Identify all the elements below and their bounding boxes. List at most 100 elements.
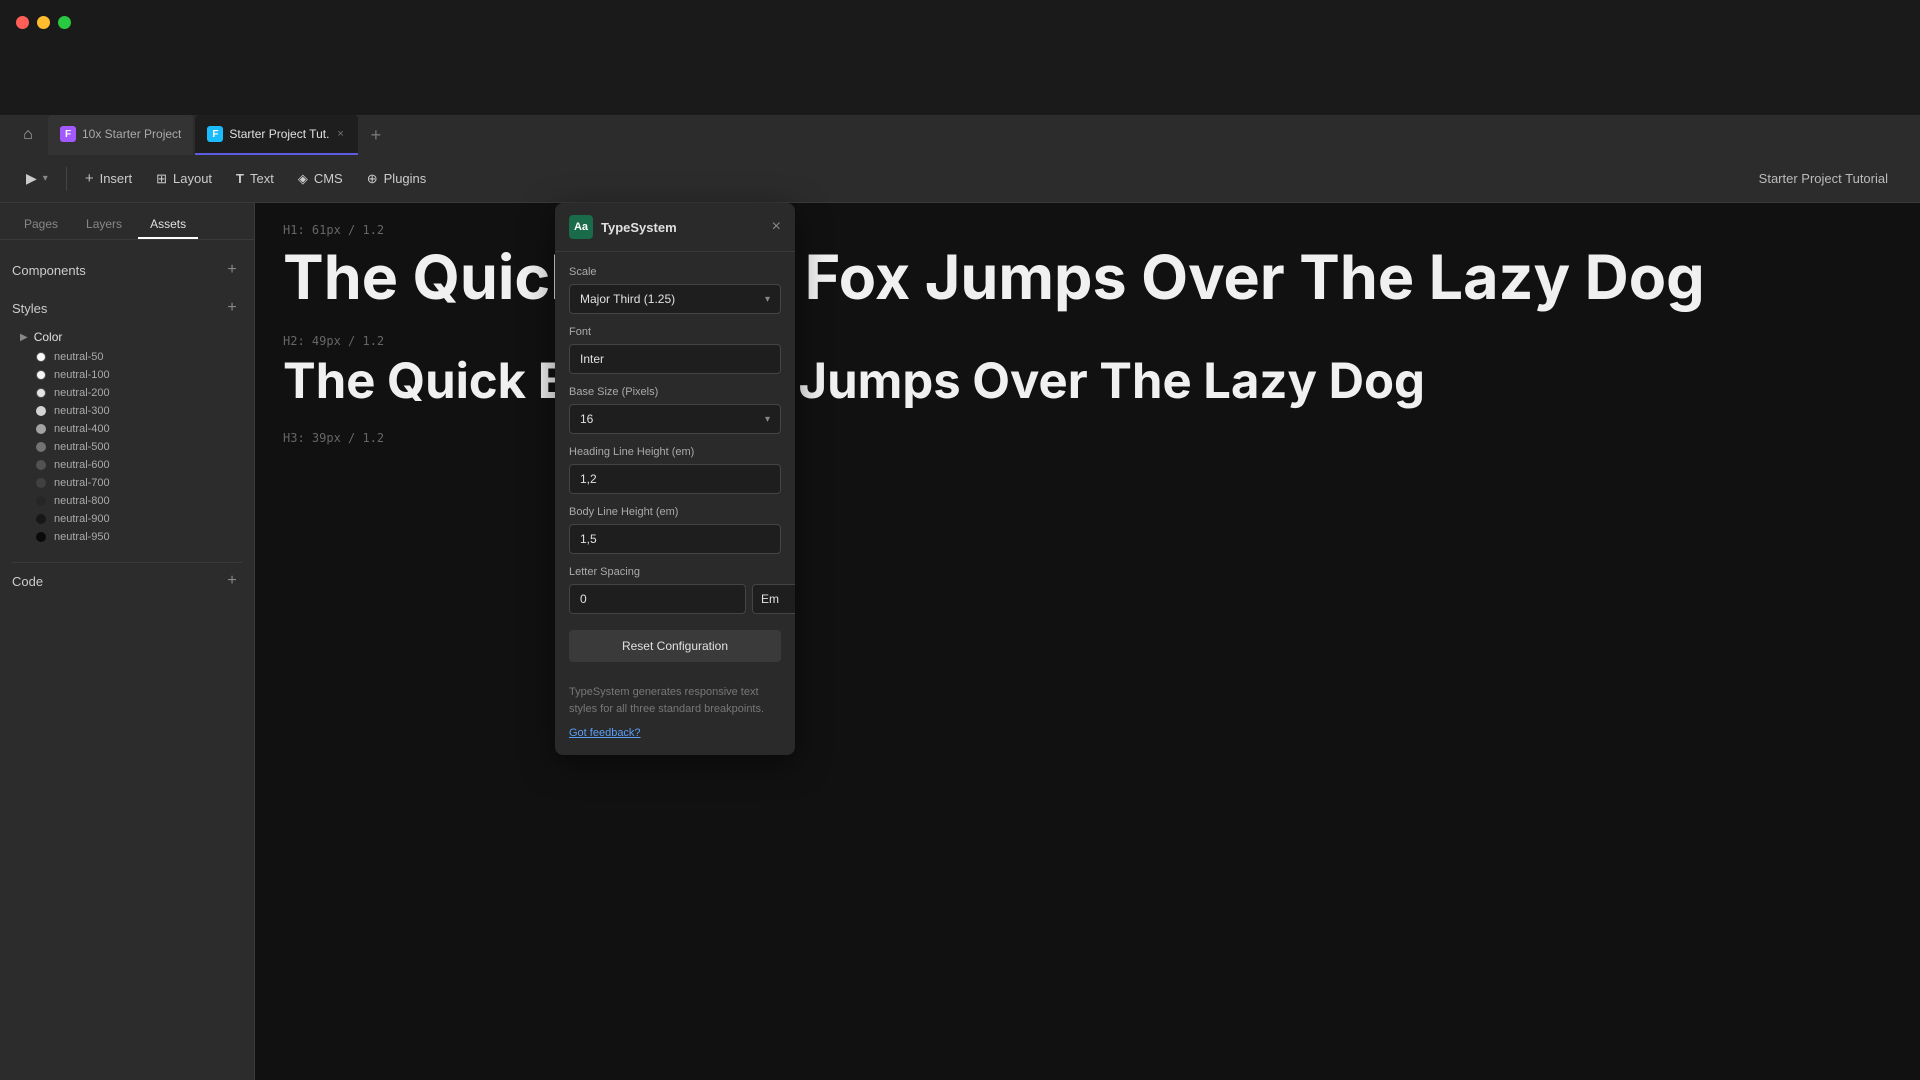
code-section: Code + [12,562,242,599]
base-size-arrow-icon: ▾ [765,414,770,425]
scale-group: Scale Major Third (1.25) ▾ [569,266,781,314]
color-name-neutral-900: neutral-900 [54,513,110,525]
tab-starter-project[interactable]: F Starter Project Tut. × [195,115,357,155]
tab-assets[interactable]: Assets [138,211,198,239]
color-name-neutral-400: neutral-400 [54,423,110,435]
project-title: Starter Project Tutorial [1759,171,1888,186]
color-dot-neutral-100 [36,370,46,380]
font-label: Font [569,326,781,338]
layout-button[interactable]: ⊞ Layout [146,165,222,193]
styles-title: Styles [12,301,47,316]
color-item-neutral-200: neutral-200 [36,384,242,402]
home-tab[interactable]: ⌂ [8,115,48,155]
color-item-neutral-800: neutral-800 [36,492,242,510]
insert-icon: + [85,170,94,187]
color-name-neutral-800: neutral-800 [54,495,110,507]
color-dot-neutral-900 [36,514,46,524]
color-name-neutral-950: neutral-950 [54,531,110,543]
preview-area: H1: 61px / 1.2 The Quick Brown Fox Jumps… [255,203,1920,1080]
color-dot-neutral-700 [36,478,46,488]
tab-10x-label: 10x Starter Project [82,127,181,141]
tab-close-icon[interactable]: × [335,126,345,142]
color-dot-neutral-50 [36,352,46,362]
plugin-dialog: Aa TypeSystem × Scale Major Third (1.25)… [555,203,795,755]
tab-pages[interactable]: Pages [12,211,70,239]
color-dot-neutral-500 [36,442,46,452]
dialog-title: TypeSystem [601,220,677,235]
cms-button[interactable]: ◈ CMS [288,165,353,193]
color-dot-neutral-600 [36,460,46,470]
selector-tool-button[interactable]: ▶ ▾ [16,164,58,193]
body-line-height-input[interactable] [569,524,781,554]
toolbar: ▶ ▾ + Insert ⊞ Layout T Text ◈ CMS ⊕ Plu… [0,155,1920,203]
plugins-button[interactable]: ⊕ Plugins [357,165,437,193]
maximize-button[interactable] [58,16,71,29]
layout-label: Layout [173,171,212,186]
color-swatch-list: neutral-50 neutral-100 neutral-200 neutral-… [36,348,242,546]
color-group-header[interactable]: ▶ Color [20,326,242,348]
feedback-link[interactable]: Got feedback? [569,727,641,739]
heading-line-height-input[interactable] [569,464,781,494]
color-name-neutral-200: neutral-200 [54,387,110,399]
color-name-neutral-50: neutral-50 [54,351,104,363]
text-icon: T [236,171,244,186]
insert-button[interactable]: + Insert [75,164,142,193]
color-item-neutral-50: neutral-50 [36,348,242,366]
h1-label: H1: 61px / 1.2 [283,223,1892,237]
tab-10x-starter[interactable]: F 10x Starter Project [48,115,193,155]
color-name-neutral-700: neutral-700 [54,477,110,489]
letter-spacing-input[interactable] [569,584,746,614]
h3-label: H3: 39px / 1.2 [283,431,1892,445]
base-size-group: Base Size (Pixels) 16 ▾ [569,386,781,434]
color-name-neutral-100: neutral-100 [54,369,110,381]
scale-arrow-icon: ▾ [765,294,770,305]
color-item-neutral-900: neutral-900 [36,510,242,528]
code-add-button[interactable]: + [222,571,242,591]
base-size-select[interactable]: 16 ▾ [569,404,781,434]
components-add-button[interactable]: + [222,260,242,280]
color-item-neutral-500: neutral-500 [36,438,242,456]
close-button[interactable] [16,16,29,29]
text-button[interactable]: T Text [226,165,284,192]
heading-line-height-group: Heading Line Height (em) [569,446,781,494]
color-item-neutral-600: neutral-600 [36,456,242,474]
color-item-neutral-700: neutral-700 [36,474,242,492]
tab-starter-label: Starter Project Tut. [229,127,329,141]
left-panel: Pages Layers Assets Components + Styles … [0,203,255,1080]
code-section-header: Code + [12,571,242,591]
font-input[interactable] [569,344,781,374]
minimize-button[interactable] [37,16,50,29]
toolbar-left: ▶ ▾ + Insert ⊞ Layout T Text ◈ CMS ⊕ Plu… [16,164,1755,193]
tab-layers[interactable]: Layers [74,211,134,239]
scale-select[interactable]: Major Third (1.25) ▾ [569,284,781,314]
letter-spacing-group: Letter Spacing Em ▾ [569,566,781,614]
color-item-neutral-950: neutral-950 [36,528,242,546]
reset-configuration-button[interactable]: Reset Configuration [569,630,781,662]
color-group-label: Color [34,330,63,344]
h1-preview: The Quick Brown Fox Jumps Over The Lazy … [283,241,1892,314]
color-name-neutral-500: neutral-500 [54,441,110,453]
scale-value: Major Third (1.25) [580,292,675,306]
dialog-logo: Aa [569,215,593,239]
selector-icon: ▶ [26,170,37,187]
cms-label: CMS [314,171,343,186]
dialog-close-button[interactable]: × [772,219,781,235]
h2-preview: The Quick Brown Fox Jumps Over The Lazy … [283,352,1892,411]
styles-add-button[interactable]: + [222,298,242,318]
body-line-height-label: Body Line Height (em) [569,506,781,518]
font-group: Font [569,326,781,374]
h2-label: H2: 49px / 1.2 [283,334,1892,348]
base-size-value: 16 [580,412,593,426]
letter-spacing-unit-select[interactable]: Em ▾ [752,584,795,614]
color-dot-neutral-400 [36,424,46,434]
color-group: ▶ Color neutral-50 neutral-100 neutral-200… [20,326,242,546]
main-layout: Pages Layers Assets Components + Styles … [0,203,1920,1080]
styles-section-header: Styles + [12,290,242,326]
color-item-neutral-300: neutral-300 [36,402,242,420]
letter-spacing-label: Letter Spacing [569,566,781,578]
tab-starter-icon: F [207,126,223,142]
color-group-arrow-icon: ▶ [20,332,28,343]
text-label: Text [250,171,274,186]
tab-add-button[interactable]: + [360,115,392,155]
top-bar: ⌂ F 10x Starter Project F Starter Projec… [0,0,1920,155]
